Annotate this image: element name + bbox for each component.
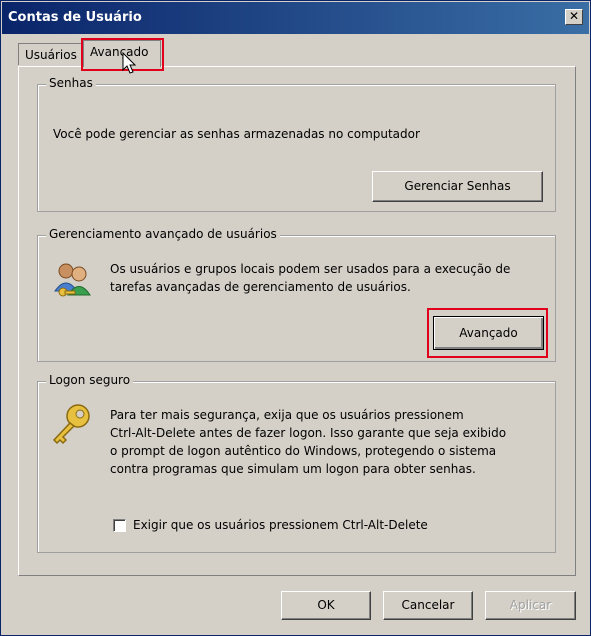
cancel-button[interactable]: Cancelar: [383, 591, 473, 620]
secure-logon-group: Logon seguro Para ter mais segurança, ex…: [37, 373, 556, 553]
secure-logon-description-line3: o prompt de logon autêntico do Windows, …: [110, 444, 497, 458]
title-bar[interactable]: Contas de Usuário ✕: [2, 2, 589, 34]
advanced-tab-panel: Senhas Você pode gerenciar as senhas arm…: [18, 66, 576, 576]
advanced-management-title: Gerenciamento avançado de usuários: [46, 227, 280, 241]
senhas-group-title: Senhas: [46, 76, 96, 90]
apply-button-label: Aplicar: [509, 598, 552, 612]
tab-avancado-label: Avançado: [90, 45, 149, 59]
close-button[interactable]: ✕: [565, 9, 583, 25]
advanced-management-description-line2: tarefas avançadas de gerenciamento de us…: [110, 280, 411, 294]
cancel-button-label: Cancelar: [401, 598, 455, 612]
senhas-description: Você pode gerenciar as senhas armazenada…: [53, 127, 420, 141]
ctrl-alt-delete-checkbox[interactable]: [113, 519, 126, 532]
apply-button[interactable]: Aplicar: [485, 591, 576, 620]
advanced-management-group: Gerenciamento avançado de usuários Os us…: [37, 227, 556, 362]
secure-logon-description-line4: contra programas que simulam um logon pa…: [110, 462, 476, 476]
senhas-group: Senhas Você pode gerenciar as senhas arm…: [37, 76, 556, 212]
manage-passwords-label: Gerenciar Senhas: [404, 179, 511, 193]
user-accounts-dialog: Contas de Usuário ✕ Usuários Avançado Se…: [0, 0, 591, 636]
window-title: Contas de Usuário: [8, 10, 142, 25]
secure-logon-title: Logon seguro: [46, 373, 134, 387]
ok-button-label: OK: [317, 598, 335, 612]
advanced-button[interactable]: Avançado: [433, 316, 544, 350]
manage-passwords-button[interactable]: Gerenciar Senhas: [372, 171, 543, 202]
users-icon: [54, 263, 91, 297]
advanced-button-label: Avançado: [459, 326, 518, 340]
ctrl-alt-delete-checkbox-label[interactable]: Exigir que os usuários pressionem Ctrl-A…: [133, 516, 428, 535]
secure-logon-description-line1: Para ter mais segurança, exija que os us…: [110, 408, 464, 422]
mouse-cursor-icon: [122, 52, 137, 74]
secure-logon-description-line2: Ctrl-Alt-Delete antes de fazer logon. Is…: [110, 426, 507, 440]
tab-usuarios[interactable]: Usuários: [18, 43, 82, 65]
key-icon: [52, 404, 90, 445]
ok-button[interactable]: OK: [281, 591, 371, 620]
tab-usuarios-label: Usuários: [25, 48, 77, 62]
advanced-management-description-line1: Os usuários e grupos locais podem ser us…: [110, 262, 511, 276]
